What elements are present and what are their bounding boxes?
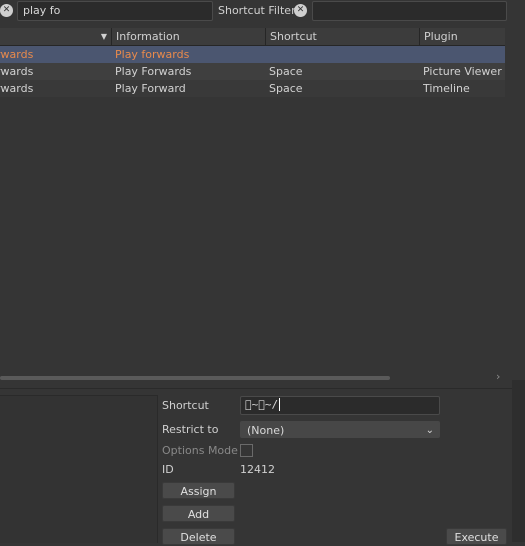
search-value: play fo [23, 4, 61, 17]
options-mode-label: Options Mode [162, 444, 238, 457]
cell-shortcut: Space [269, 82, 303, 95]
execute-button[interactable]: Execute [446, 528, 507, 545]
restrict-select[interactable]: (None) ⌄ [240, 421, 440, 438]
cell-name: rwards [0, 82, 34, 95]
shortcut-value:  ~ ~/ [245, 398, 279, 411]
cell-shortcut: Space [269, 65, 303, 78]
shortcut-filter-input[interactable] [312, 1, 507, 21]
clear-shortcut-filter-icon[interactable]: ✕ [294, 4, 307, 17]
cell-information: Play forwards [115, 48, 190, 61]
chevron-right-icon[interactable]: › [496, 370, 500, 383]
delete-button[interactable]: Delete [162, 528, 235, 545]
horizontal-scrollbar[interactable] [0, 376, 390, 380]
gutter-line [0, 388, 512, 389]
options-mode-checkbox[interactable] [240, 444, 253, 457]
assign-button[interactable]: Assign [162, 482, 235, 499]
cell-information: Play Forward [115, 82, 186, 95]
cell-information: Play Forwards [115, 65, 192, 78]
table-row[interactable]: rwards Play forwards [0, 46, 505, 63]
table-header: ▼ Information Shortcut Plugin [0, 28, 505, 46]
id-label: ID [162, 463, 174, 476]
restrict-value: (None) [247, 424, 285, 437]
cell-plugin: Picture Viewer [423, 65, 502, 78]
add-button[interactable]: Add [162, 505, 235, 522]
column-shortcut[interactable]: Shortcut [266, 28, 420, 45]
column-plugin[interactable]: Plugin [420, 28, 505, 45]
chevron-down-icon: ⌄ [425, 425, 434, 436]
left-detail-panel [0, 395, 158, 543]
sort-down-icon: ▼ [100, 32, 107, 41]
cell-name: rwards [0, 65, 34, 78]
restrict-label: Restrict to [162, 423, 219, 436]
shortcut-filter-label: Shortcut Filter [218, 4, 296, 17]
clear-search-icon[interactable]: ✕ [0, 4, 13, 17]
table-row[interactable]: rwards Play Forwards Space Picture Viewe… [0, 63, 505, 80]
cell-name: rwards [0, 48, 34, 61]
table-row[interactable]: rwards Play Forward Space Timeline [0, 80, 505, 97]
shortcut-label: Shortcut [162, 399, 209, 412]
cell-plugin: Timeline [423, 82, 470, 95]
search-input[interactable]: play fo [17, 1, 213, 21]
shortcut-input[interactable]:  ~ ~/ [240, 396, 440, 415]
id-value: 12412 [240, 463, 275, 476]
column-information[interactable]: Information [112, 28, 266, 45]
panel-splitter[interactable] [512, 380, 525, 542]
column-name[interactable]: ▼ [0, 28, 112, 45]
